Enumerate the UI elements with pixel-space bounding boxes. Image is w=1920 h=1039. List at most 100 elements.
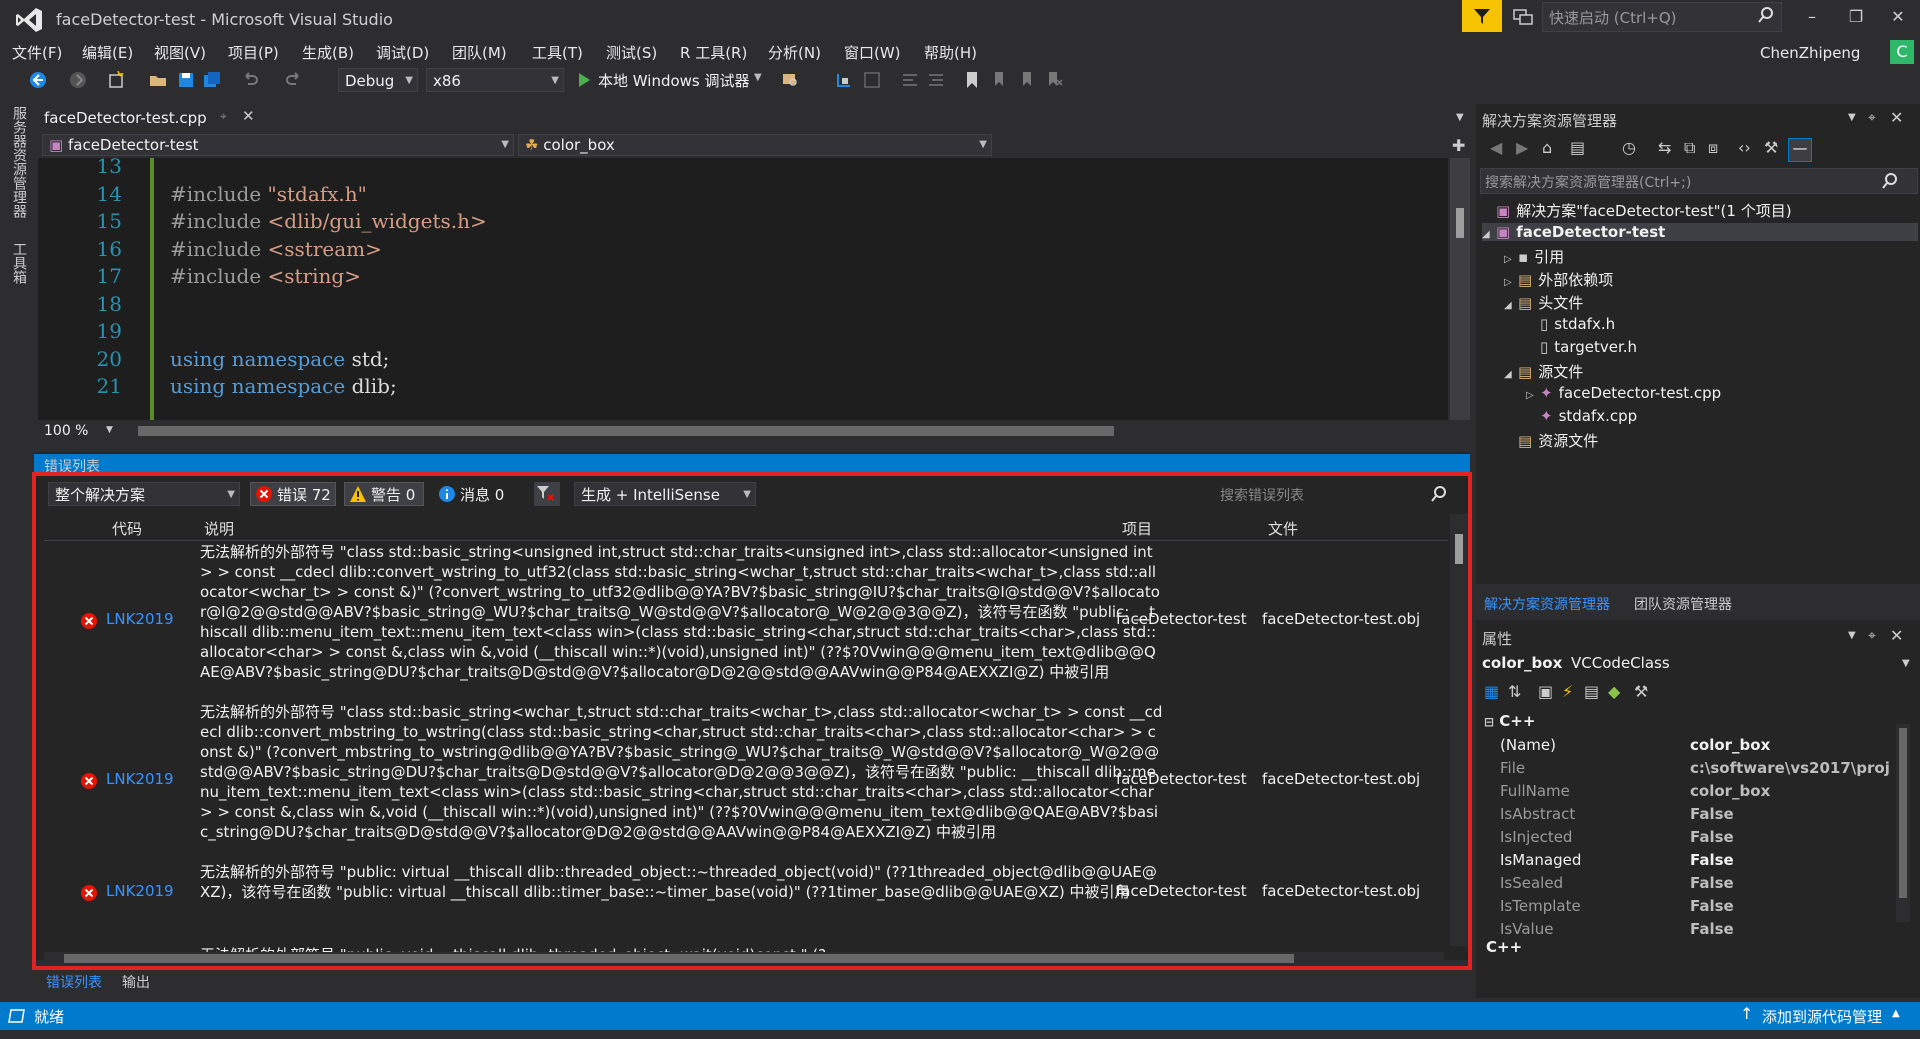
add-to-source-control-button[interactable]: 添加到源代码管理 (1762, 1006, 1882, 1027)
restore-button[interactable]: ❐ (1836, 4, 1876, 30)
property-value[interactable]: False (1690, 897, 1890, 915)
save-all-icon[interactable] (202, 70, 222, 90)
close-panel-icon[interactable]: ✕ (1890, 626, 1903, 645)
pin-icon[interactable]: ⌖ (1868, 628, 1876, 644)
tree-item[interactable]: ◢ ▤ 源文件 (1504, 361, 1583, 382)
tree-item[interactable]: ▷ ▪ 引用 (1504, 246, 1564, 267)
split-window-icon[interactable]: ✚ (1452, 136, 1465, 155)
build-source-dropdown[interactable]: 生成 + IntelliSense ▼ (574, 482, 756, 506)
find-in-files-icon[interactable] (780, 70, 800, 90)
chevron-down-icon[interactable]: ▼ (1848, 630, 1856, 641)
tab-error-list[interactable]: 错误列表 (46, 972, 102, 992)
property-name[interactable]: IsSealed (1500, 874, 1563, 892)
menu-debug[interactable]: 调试(D) (376, 42, 429, 63)
error-code-link[interactable]: LNK2019 (106, 882, 174, 900)
scrollbar-thumb[interactable] (1456, 208, 1464, 238)
chevron-up-icon[interactable]: ▲ (1892, 1008, 1900, 1019)
tree-expander-icon[interactable]: ▷ (1504, 254, 1518, 265)
user-account-name[interactable]: ChenZhipeng (1760, 44, 1860, 62)
property-name[interactable]: IsManaged (1500, 851, 1581, 869)
column-header-project[interactable]: 项目 (1122, 518, 1152, 539)
switch-views-icon[interactable]: ▤ (1570, 138, 1585, 157)
close-button[interactable]: ✕ (1878, 4, 1918, 30)
scrollbar-thumb[interactable] (1455, 534, 1463, 564)
forward-icon[interactable]: ▶ (1516, 138, 1528, 157)
uncomment-lines-icon[interactable] (926, 70, 946, 90)
menu-window[interactable]: 窗口(W) (844, 42, 901, 63)
tree-item[interactable]: ▯ stdafx.h (1526, 315, 1615, 333)
column-header-file[interactable]: 文件 (1268, 518, 1298, 539)
property-name[interactable]: IsTemplate (1500, 897, 1581, 915)
new-project-icon[interactable] (106, 70, 126, 90)
error-search-input[interactable]: 搜索错误列表 (1216, 482, 1460, 506)
toolbox-tab[interactable]: 工具箱 (9, 242, 29, 284)
redo-icon[interactable] (284, 70, 304, 90)
pending-changes-filter-icon[interactable]: ◷ (1622, 138, 1636, 157)
document-tab[interactable]: faceDetector-test.cpp ⌖ ✕ (38, 106, 264, 130)
properties-object-selector[interactable]: color_box VCCodeClass ▼ (1482, 654, 1912, 676)
error-row[interactable]: LNK2019 无法解析的外部符号 "public: virtual __this… (44, 862, 1448, 922)
sync-icon[interactable]: ⇆ (1658, 138, 1671, 157)
horizontal-scrollbar-thumb[interactable] (64, 954, 1294, 963)
tree-expander-icon[interactable]: ▷ (1504, 277, 1518, 288)
home-icon[interactable]: ⌂ (1542, 138, 1552, 157)
start-debugger-button[interactable]: 本地 Windows 调试器 (598, 70, 750, 91)
menu-file[interactable]: 文件(F) (12, 42, 62, 63)
comment-lines-icon[interactable] (900, 70, 920, 90)
errors-filter-button[interactable]: 错误 72 (250, 482, 336, 506)
menu-r-tools[interactable]: R 工具(R) (680, 42, 747, 63)
error-code-link[interactable]: LNK2019 (106, 770, 174, 788)
undo-icon[interactable] (240, 70, 260, 90)
view-code-icon[interactable]: ‹› (1738, 138, 1751, 157)
messages-filter-button[interactable]: 消息 0 (434, 482, 512, 506)
menu-tools[interactable]: 工具(T) (532, 42, 583, 63)
property-value[interactable]: False (1690, 828, 1890, 846)
clear-bookmarks-icon[interactable] (1044, 70, 1064, 90)
notification-filter-button[interactable] (1462, 0, 1502, 32)
menu-test[interactable]: 测试(S) (606, 42, 657, 63)
horizontal-scrollbar-thumb[interactable] (138, 426, 1114, 436)
property-value[interactable]: c:\software\vs2017\projec (1690, 759, 1890, 777)
scrollbar-thumb[interactable] (1899, 728, 1907, 898)
step-into-icon[interactable] (834, 70, 854, 90)
alphabetical-icon[interactable]: ⇅ (1508, 682, 1521, 701)
categorized-icon[interactable]: ▦ (1484, 682, 1499, 701)
tree-expander-icon[interactable]: ◢ (1504, 369, 1518, 380)
menu-project[interactable]: 项目(P) (228, 42, 279, 63)
previous-bookmark-icon[interactable] (990, 70, 1010, 90)
solution-explorer-search-input[interactable]: 搜索解决方案资源管理器(Ctrl+;) (1480, 168, 1918, 194)
code-line[interactable]: #include "stdafx.h" (170, 182, 367, 206)
close-panel-icon[interactable]: ✕ (1890, 108, 1903, 127)
property-name[interactable]: IsInjected (1500, 828, 1572, 846)
member-navigation-dropdown[interactable]: ☘ color_box ▼ (518, 134, 992, 156)
property-name[interactable]: File (1500, 759, 1525, 777)
quick-launch-input[interactable]: 快速启动 (Ctrl+Q) (1542, 2, 1782, 32)
server-explorer-tab[interactable]: 服务器资源管理器 (9, 106, 29, 218)
pin-icon[interactable]: ⌖ (1868, 110, 1876, 126)
feedback-icon[interactable] (1512, 6, 1534, 28)
project-navigation-dropdown[interactable]: ▣ faceDetector-test ▼ (42, 134, 514, 156)
preview-selected-items-icon[interactable]: — (1788, 138, 1812, 162)
error-row[interactable]: LNK2019 无法解析的外部符号 "class std::basic_strin… (44, 542, 1448, 698)
back-icon[interactable] (28, 70, 48, 90)
back-icon[interactable]: ◀ (1490, 138, 1502, 157)
tree-item[interactable]: ▯ targetver.h (1526, 338, 1637, 356)
property-category-cpp[interactable]: ⊟ C++ (1484, 712, 1535, 730)
code-line[interactable]: using namespace dlib; (170, 374, 397, 398)
solution-configuration-dropdown[interactable]: Debug ▼ (338, 68, 418, 92)
property-name[interactable]: (Name) (1500, 736, 1556, 754)
error-scope-dropdown[interactable]: 整个解决方案 ▼ (48, 482, 240, 506)
user-avatar[interactable]: C (1890, 40, 1914, 64)
hex-display-icon[interactable] (862, 70, 882, 90)
property-value[interactable]: color_box (1690, 736, 1890, 754)
collapse-all-icon[interactable]: ⧉ (1684, 138, 1695, 158)
tree-item[interactable]: ▤ 资源文件 (1504, 430, 1598, 451)
tab-team-explorer[interactable]: 团队资源管理器 (1634, 594, 1732, 614)
close-tab-icon[interactable]: ✕ (242, 107, 255, 125)
tree-item[interactable]: ◢ ▣ faceDetector-test (1482, 223, 1918, 241)
properties-icon[interactable]: ▣ (1538, 682, 1553, 701)
properties-wrench-icon[interactable]: ⚒ (1764, 138, 1778, 157)
menu-team[interactable]: 团队(M) (452, 42, 507, 63)
code-line[interactable]: using namespace std; (170, 347, 389, 371)
chevron-down-icon[interactable]: ▼ (106, 425, 113, 435)
